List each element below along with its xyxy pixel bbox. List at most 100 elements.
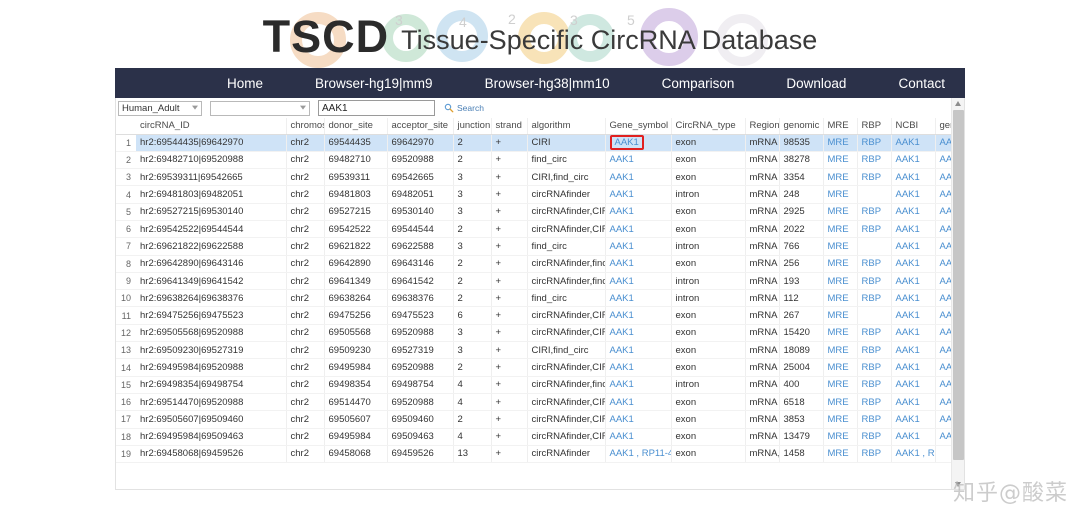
- cell-gene-symbol[interactable]: AAK1: [605, 272, 671, 289]
- cell-mre[interactable]: MRE: [823, 151, 857, 168]
- cell-rbp-link[interactable]: RBP: [862, 448, 882, 459]
- cell-gene-symbol-link[interactable]: AAK1: [610, 241, 634, 252]
- nav-browser-hg19[interactable]: Browser-hg19|mm9: [289, 76, 459, 91]
- cell-mre-link[interactable]: MRE: [828, 224, 849, 235]
- cell-gene-symbol-link[interactable]: AAK1: [610, 154, 634, 165]
- cell-ncbi[interactable]: AAK1: [891, 307, 935, 324]
- cell-ncbi-link[interactable]: AAK1: [896, 224, 920, 235]
- cell-rbp[interactable]: RBP: [857, 376, 891, 393]
- col-junction[interactable]: junction: [453, 118, 491, 134]
- cell-mre-link[interactable]: MRE: [828, 189, 849, 200]
- cell-mre[interactable]: MRE: [823, 134, 857, 151]
- cell-mre-link[interactable]: MRE: [828, 327, 849, 338]
- col-genomic[interactable]: genomic: [779, 118, 823, 134]
- cell-rbp[interactable]: RBP: [857, 324, 891, 341]
- cell-rbp[interactable]: RBP: [857, 342, 891, 359]
- table-row[interactable]: 17hr2:69505607|69509460chr26950560769509…: [116, 411, 964, 428]
- cell-gene-symbol[interactable]: AAK1: [605, 238, 671, 255]
- col-acceptor-site[interactable]: acceptor_site: [387, 118, 453, 134]
- table-row[interactable]: 14hr2:69495984|69520988chr26949598469520…: [116, 359, 964, 376]
- cell-gene-symbol[interactable]: AAK1: [605, 307, 671, 324]
- scrollbar-thumb[interactable]: [953, 110, 964, 460]
- cell-ncbi-link[interactable]: AAK1: [896, 258, 920, 269]
- cell-gene-symbol[interactable]: AAK1: [605, 324, 671, 341]
- table-row[interactable]: 12hr2:69505568|69520988chr26950556869520…: [116, 324, 964, 341]
- cell-gene-symbol-link[interactable]: AAK1: [610, 362, 634, 373]
- cell-rbp-link[interactable]: RBP: [862, 362, 882, 373]
- cell-mre[interactable]: MRE: [823, 445, 857, 462]
- cell-gene-symbol-link[interactable]: AAK1 , RP11-427H:: [610, 448, 672, 459]
- cell-rbp-link[interactable]: RBP: [862, 431, 882, 442]
- cell-ncbi[interactable]: AAK1: [891, 238, 935, 255]
- cell-ncbi[interactable]: AAK1 , RF: [891, 445, 935, 462]
- cell-gene-symbol-link[interactable]: AAK1: [610, 414, 634, 425]
- cell-mre-link[interactable]: MRE: [828, 431, 849, 442]
- cell-ncbi-link[interactable]: AAK1: [896, 172, 920, 183]
- cell-ncbi[interactable]: AAK1: [891, 393, 935, 410]
- cell-mre-link[interactable]: MRE: [828, 362, 849, 373]
- cell-gene-symbol[interactable]: AAK1: [605, 428, 671, 445]
- cell-ncbi-link[interactable]: AAK1: [896, 345, 920, 356]
- col-gene-symbol[interactable]: Gene_symbol: [605, 118, 671, 134]
- cell-ncbi-link[interactable]: AAK1: [896, 241, 920, 252]
- cell-mre[interactable]: MRE: [823, 393, 857, 410]
- nav-home[interactable]: Home: [201, 76, 289, 91]
- cell-gene-symbol[interactable]: AAK1: [605, 359, 671, 376]
- cell-ncbi-link[interactable]: AAK1: [896, 379, 920, 390]
- cell-rbp-link[interactable]: RBP: [862, 379, 882, 390]
- cell-mre-link[interactable]: MRE: [828, 241, 849, 252]
- table-row[interactable]: 8hr2:69642890|69643146chr269642890696431…: [116, 255, 964, 272]
- cell-mre-link[interactable]: MRE: [828, 276, 849, 287]
- table-row[interactable]: 19hr2:69458068|69459526chr26945806869459…: [116, 445, 964, 462]
- table-row[interactable]: 4hr2:69481803|69482051chr269481803694820…: [116, 186, 964, 203]
- cell-ncbi[interactable]: AAK1: [891, 428, 935, 445]
- cell-mre[interactable]: MRE: [823, 272, 857, 289]
- cell-mre-link[interactable]: MRE: [828, 397, 849, 408]
- site-logo[interactable]: TSCD Tissue-Specific CircRNA Database: [0, 0, 1080, 68]
- table-row[interactable]: 3hr2:69539311|69542665chr269539311695426…: [116, 169, 964, 186]
- cell-ncbi-link[interactable]: AAK1: [896, 431, 920, 442]
- cell-mre[interactable]: MRE: [823, 186, 857, 203]
- cell-rbp[interactable]: RBP: [857, 359, 891, 376]
- nav-browser-hg38[interactable]: Browser-hg38|mm10: [459, 76, 636, 91]
- cell-ncbi[interactable]: AAK1: [891, 203, 935, 220]
- cell-mre[interactable]: MRE: [823, 255, 857, 272]
- cell-ncbi[interactable]: AAK1: [891, 272, 935, 289]
- cell-mre[interactable]: MRE: [823, 307, 857, 324]
- cell-gene-symbol-link[interactable]: AAK1: [610, 276, 634, 287]
- cell-ncbi[interactable]: AAK1: [891, 290, 935, 307]
- scroll-down-icon[interactable]: [955, 482, 961, 487]
- table-row[interactable]: 10hr2:69638264|69638376chr26963826469638…: [116, 290, 964, 307]
- cell-mre-link[interactable]: MRE: [828, 206, 849, 217]
- cell-gene-symbol[interactable]: AAK1: [605, 411, 671, 428]
- cell-ncbi-link[interactable]: AAK1: [896, 154, 920, 165]
- cell-ncbi[interactable]: AAK1: [891, 134, 935, 151]
- nav-download[interactable]: Download: [760, 76, 872, 91]
- cell-ncbi-link[interactable]: AAK1 , RF: [896, 448, 936, 459]
- cell-gene-symbol[interactable]: AAK1: [605, 290, 671, 307]
- col-chromos[interactable]: chromos: [286, 118, 324, 134]
- cell-gene-symbol-link[interactable]: AAK1: [610, 327, 634, 338]
- col-circrna-type[interactable]: CircRNA_type: [671, 118, 745, 134]
- table-row[interactable]: 6hr2:69542522|69544544chr269542522695445…: [116, 220, 964, 237]
- cell-ncbi[interactable]: AAK1: [891, 255, 935, 272]
- cell-ncbi-link[interactable]: AAK1: [896, 189, 920, 200]
- col-mre[interactable]: MRE: [823, 118, 857, 134]
- scroll-up-icon[interactable]: [955, 101, 961, 106]
- cell-rbp[interactable]: RBP: [857, 445, 891, 462]
- cell-rbp-link[interactable]: RBP: [862, 172, 882, 183]
- cell-gene-symbol-link[interactable]: AAK1: [610, 379, 634, 390]
- cell-gene-symbol[interactable]: AAK1: [605, 376, 671, 393]
- cell-ncbi-link[interactable]: AAK1: [896, 206, 920, 217]
- table-row[interactable]: 15hr2:69498354|69498754chr26949835469498…: [116, 376, 964, 393]
- cell-ncbi-link[interactable]: AAK1: [896, 293, 920, 304]
- cell-rbp[interactable]: RBP: [857, 290, 891, 307]
- tissue-select[interactable]: [210, 101, 310, 116]
- cell-gene-symbol-link[interactable]: AAK1: [615, 137, 639, 148]
- vertical-scrollbar[interactable]: [951, 98, 964, 490]
- cell-rbp-link[interactable]: RBP: [862, 397, 882, 408]
- cell-mre-link[interactable]: MRE: [828, 172, 849, 183]
- cell-ncbi[interactable]: AAK1: [891, 151, 935, 168]
- cell-gene-symbol[interactable]: AAK1: [605, 134, 671, 151]
- table-row[interactable]: 2hr2:69482710|69520988chr269482710695209…: [116, 151, 964, 168]
